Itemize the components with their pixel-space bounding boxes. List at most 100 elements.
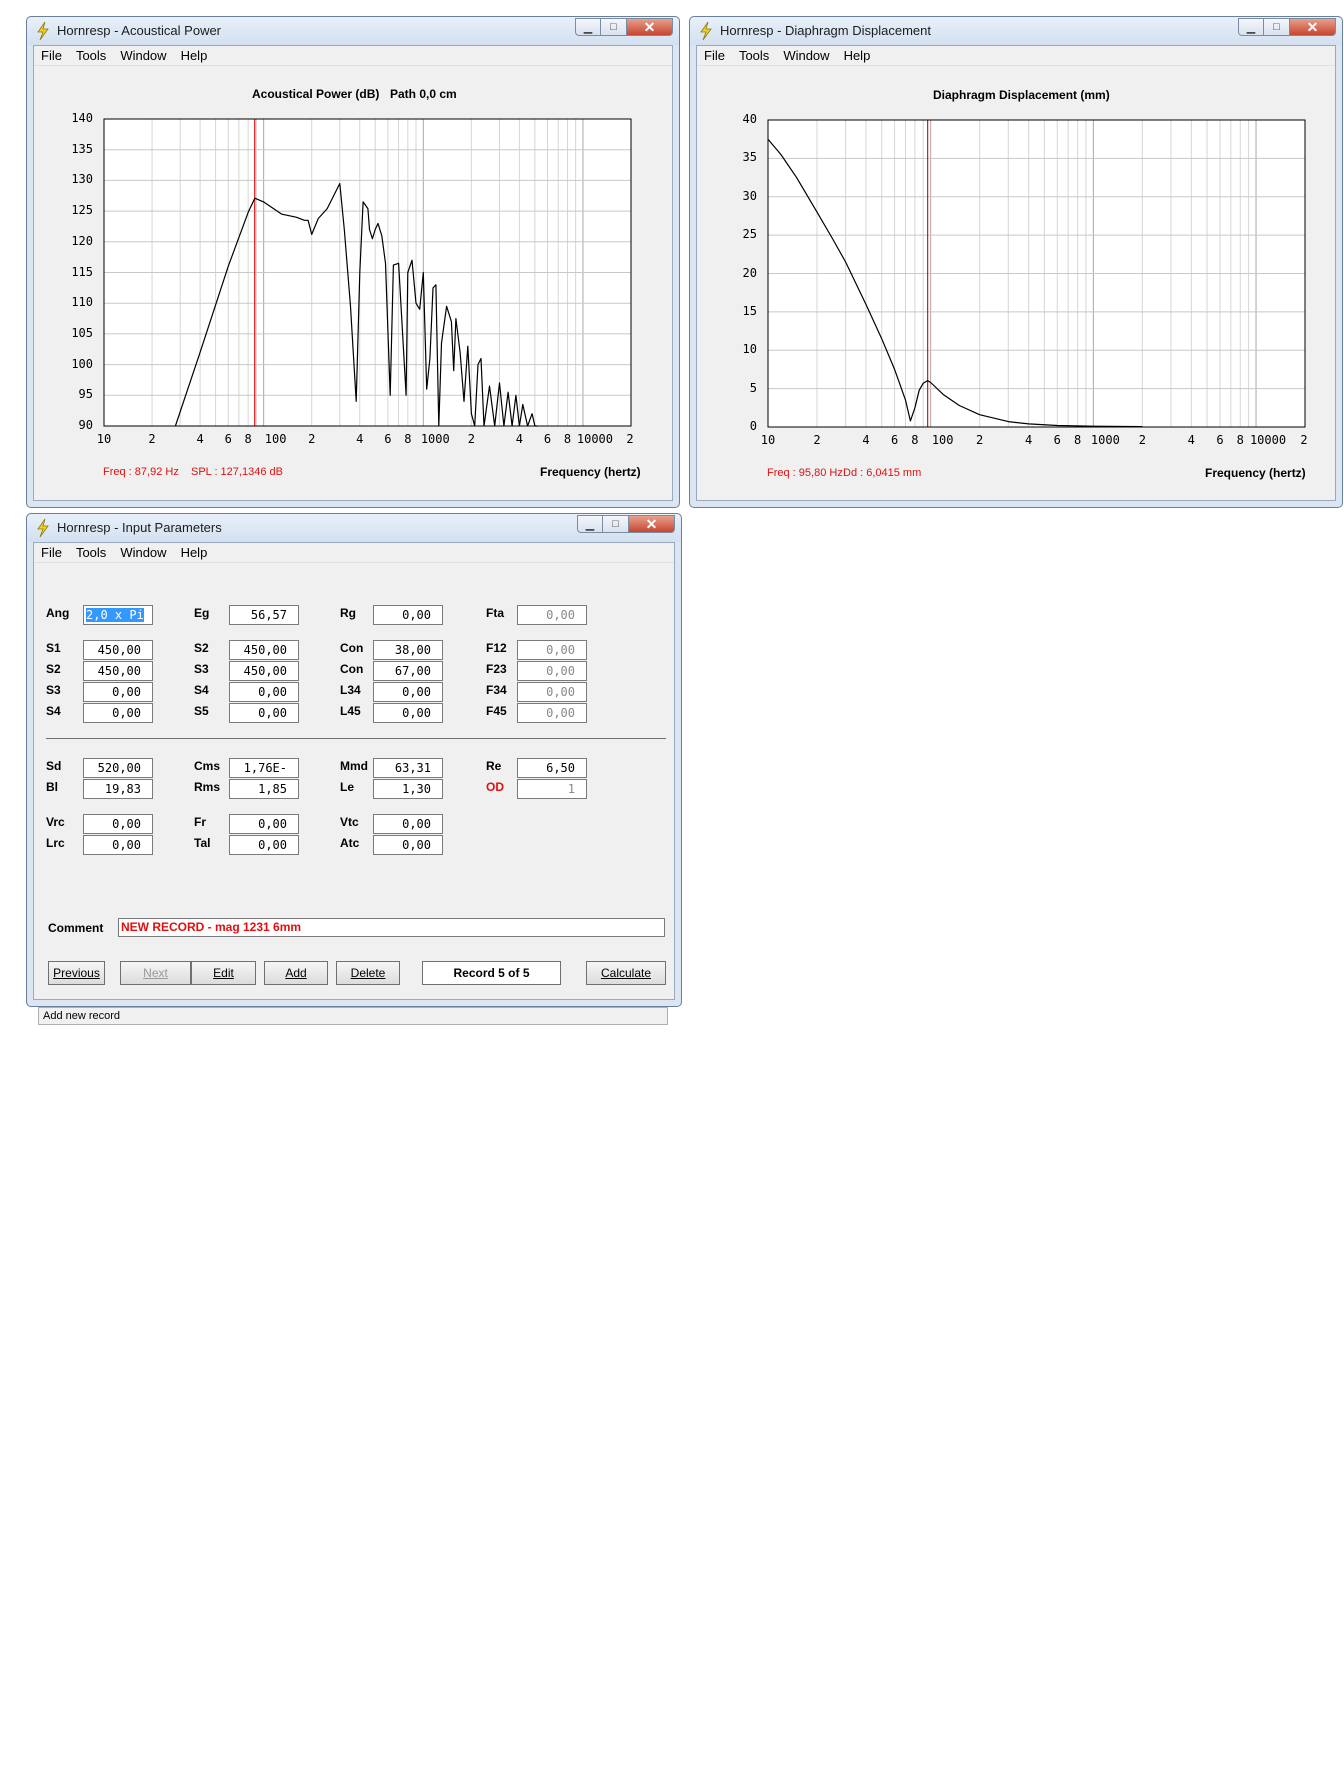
param-label-f34: F34 — [486, 683, 507, 697]
minimize-button[interactable]: ▁ — [575, 18, 601, 36]
param-input-atc[interactable]: 0,00 — [373, 835, 443, 855]
param-input-vtc[interactable]: 0,00 — [373, 814, 443, 834]
chart-title: Diaphragm Displacement (mm) — [933, 88, 1110, 102]
calculate-button[interactable]: Calculate — [586, 961, 666, 985]
x-tick-label: 4 — [1024, 433, 1033, 447]
param-input-s2[interactable]: 450,00 — [229, 640, 299, 660]
maximize-button[interactable]: □ — [1264, 18, 1290, 36]
param-input-le[interactable]: 1,30 — [373, 779, 443, 799]
spl-readout: SPL : 127,1346 dB — [191, 466, 283, 478]
menu-tools[interactable]: Tools — [69, 46, 113, 65]
menu-window[interactable]: Window — [776, 46, 836, 65]
param-input-od[interactable]: 1 — [517, 779, 587, 799]
menu-window[interactable]: Window — [113, 543, 173, 562]
title-bar[interactable]: Hornresp - Input Parameters ▁ □ ✕ — [27, 514, 681, 542]
param-label-f23: F23 — [486, 662, 507, 676]
param-input-s4[interactable]: 0,00 — [83, 703, 153, 723]
param-input-ang[interactable]: 2,0 x Pi — [83, 605, 153, 625]
menu-window[interactable]: Window — [113, 46, 173, 65]
param-input-f12[interactable]: 0,00 — [517, 640, 587, 660]
param-input-con[interactable]: 67,00 — [373, 661, 443, 681]
title-bar[interactable]: Hornresp - Acoustical Power ▁ □ ✕ — [27, 17, 679, 45]
x-tick-label: 10 — [760, 433, 776, 447]
y-tick-label: 130 — [71, 172, 93, 187]
param-label-atc: Atc — [340, 836, 360, 850]
maximize-button[interactable]: □ — [601, 18, 627, 36]
param-input-sd[interactable]: 520,00 — [83, 758, 153, 778]
close-button[interactable]: ✕ — [627, 18, 673, 36]
minimize-button[interactable]: ▁ — [577, 515, 603, 533]
param-input-lrc[interactable]: 0,00 — [83, 835, 153, 855]
minimize-button[interactable]: ▁ — [1238, 18, 1264, 36]
add-button[interactable]: Add — [264, 961, 328, 985]
param-input-f45[interactable]: 0,00 — [517, 703, 587, 723]
param-input-l34[interactable]: 0,00 — [373, 682, 443, 702]
param-input-s4[interactable]: 0,00 — [229, 682, 299, 702]
y-tick-label: 30 — [742, 188, 757, 203]
param-label-sd: Sd — [46, 759, 62, 773]
param-input-l45[interactable]: 0,00 — [373, 703, 443, 723]
param-input-tal[interactable]: 0,00 — [229, 835, 299, 855]
x-tick-label: 2 — [813, 433, 821, 447]
param-input-s2[interactable]: 450,00 — [83, 661, 153, 681]
y-tick-label: 95 — [78, 387, 93, 402]
menu-tools[interactable]: Tools — [732, 46, 776, 65]
menu-tools[interactable]: Tools — [69, 543, 113, 562]
param-label-s4: S4 — [194, 683, 209, 697]
close-button[interactable]: ✕ — [629, 515, 675, 533]
param-label-s1: S1 — [46, 641, 61, 655]
param-input-rg[interactable]: 0,00 — [373, 605, 443, 625]
param-input-f23[interactable]: 0,00 — [517, 661, 587, 681]
menu-help[interactable]: Help — [174, 543, 215, 562]
maximize-button[interactable]: □ — [603, 515, 629, 533]
window-title: Hornresp - Acoustical Power — [57, 23, 222, 38]
param-input-mmd[interactable]: 63,31 — [373, 758, 443, 778]
param-label-mmd: Mmd — [340, 759, 368, 773]
param-input-rms[interactable]: 1,85 — [229, 779, 299, 799]
param-input-re[interactable]: 6,50 — [517, 758, 587, 778]
comment-label: Comment — [48, 921, 104, 935]
x-tick-label: 4 — [862, 433, 870, 447]
edit-button[interactable]: Edit — [191, 961, 256, 985]
y-tick-label: 0 — [749, 419, 757, 433]
y-tick-label: 100 — [71, 356, 93, 371]
diaphragm-displacement-chart[interactable] — [767, 119, 1307, 429]
next-button[interactable]: Next — [120, 961, 191, 985]
param-label-re: Re — [486, 759, 502, 773]
y-tick-label: 120 — [71, 233, 93, 248]
param-label-rms: Rms — [194, 780, 221, 794]
menu-file[interactable]: File — [697, 46, 732, 65]
param-input-s1[interactable]: 450,00 — [83, 640, 153, 660]
y-tick-label: 35 — [742, 150, 757, 165]
x-tick-label: 8 — [1236, 433, 1244, 447]
x-tick-label: 4 — [196, 432, 204, 446]
param-input-eg[interactable]: 56,57 — [229, 605, 299, 625]
param-input-f34[interactable]: 0,00 — [517, 682, 587, 702]
delete-button[interactable]: Delete — [336, 961, 400, 985]
menu-file[interactable]: File — [34, 46, 69, 65]
menu-help[interactable]: Help — [174, 46, 215, 65]
param-input-fta[interactable]: 0,00 — [517, 605, 587, 625]
param-label-con: Con — [340, 662, 364, 676]
title-bar[interactable]: Hornresp - Diaphragm Displacement ▁ □ ✕ — [690, 17, 1342, 45]
record-indicator: Record 5 of 5 — [422, 961, 561, 985]
x-tick-label: 8 — [1073, 433, 1082, 447]
param-input-con[interactable]: 38,00 — [373, 640, 443, 660]
param-input-bl[interactable]: 19,83 — [83, 779, 153, 799]
diaphragm-displacement-window: Hornresp - Diaphragm Displacement ▁ □ ✕ … — [689, 16, 1343, 508]
y-tick-label: 125 — [71, 203, 93, 218]
acoustical-power-chart[interactable] — [103, 118, 633, 428]
menu-help[interactable]: Help — [837, 46, 878, 65]
param-label-le: Le — [340, 780, 355, 794]
param-input-s3[interactable]: 450,00 — [229, 661, 299, 681]
separator-line — [46, 738, 666, 739]
previous-button[interactable]: Previous — [48, 961, 105, 985]
param-input-s3[interactable]: 0,00 — [83, 682, 153, 702]
param-input-cms[interactable]: 1,76E-04 — [229, 758, 299, 793]
close-button[interactable]: ✕ — [1290, 18, 1336, 36]
menu-file[interactable]: File — [34, 543, 69, 562]
param-input-s5[interactable]: 0,00 — [229, 703, 299, 723]
comment-field[interactable]: NEW RECORD - mag 1231 6mm — [118, 918, 665, 937]
param-input-fr[interactable]: 0,00 — [229, 814, 299, 834]
param-input-vrc[interactable]: 0,00 — [83, 814, 153, 834]
